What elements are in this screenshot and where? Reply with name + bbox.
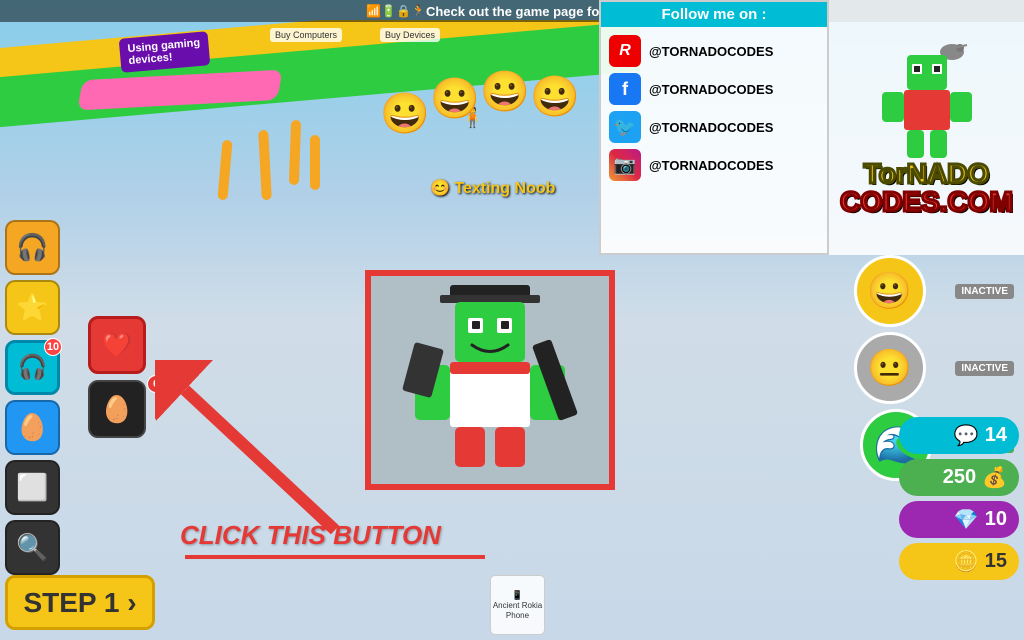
inactive-badge-1: INACTIVE [955,284,1014,299]
step1-button[interactable]: STEP 1 › [5,575,155,630]
messages-stat: 💬 14 [899,417,1019,454]
texting-noob-label: Texting Noob [430,178,555,198]
egg-icon: 🥚 [16,412,48,443]
floating-emoji-2: 😀 [430,75,480,122]
tokens-stat: 🪙 15 [899,543,1019,580]
headphones-button[interactable]: 🎧 [5,220,60,275]
instagram-icon: 📷 [609,149,641,181]
headphones-icon: 🎧 [16,232,48,263]
obstacle-2 [258,130,272,200]
star-button[interactable]: ⭐ [5,280,60,335]
egg-button[interactable]: 🥚 [5,400,60,455]
phone-label: Ancient Rokia Phone [491,601,544,620]
search-button[interactable]: 🔍 [5,520,60,575]
left-sidebar: 🎧 ⭐ 10 🎧 🥚 ⬜ 🔍 [5,220,60,575]
diamonds-count: 10 [985,508,1007,531]
follow-row-roblox: R @TORNADOCODES [609,35,819,67]
buy-sign-2: Buy Devices [380,28,440,42]
search-icon: 🔍 [16,532,48,563]
coins-stat: 250 💰 [899,459,1019,496]
tornado-roblox-figure [882,40,972,160]
buy-sign-1: Buy Computers [270,28,342,42]
battery-icon: 🔒 [396,4,411,18]
badge-10: 10 [44,338,62,356]
twitter-icon: 🐦 [609,111,641,143]
follow-row-facebook: f @TORNADOCODES [609,73,819,105]
tokens-count: 15 [985,550,1007,573]
floating-emoji-1: 😀 [380,90,430,137]
facebook-handle: @TORNADOCODES [649,82,773,97]
floating-emoji-4: 😀 [530,73,580,120]
egg2-icon: 🥚 [101,394,133,425]
avatar-row-2: 😐 INACTIVE [829,332,1024,404]
chat-icon: 💬 [954,423,979,448]
heart-icon: ❤️ [102,331,132,360]
square-button[interactable]: ⬜ [5,460,60,515]
follow-row-twitter: 🐦 @TORNADOCODES [609,111,819,143]
coins-count: 250 [943,466,976,489]
gem-icon: 🪙 [954,549,979,574]
phone-icon: 📱 [512,590,523,601]
wifi-icon: 🔋 [381,4,396,18]
bottom-right-stats: 💬 14 250 💰 💎 10 🪙 15 [899,417,1019,580]
follow-title: Follow me on : [601,2,827,27]
inactive-badge-2: INACTIVE [955,361,1014,376]
character-svg [400,280,580,480]
headphones2-button[interactable]: 10 🎧 [5,340,60,395]
avatar-row-1: 😀 INACTIVE [829,255,1024,327]
character-display [365,270,615,490]
coin-icon: 💰 [982,465,1007,490]
tornado-codes-text: TorNADOCODES.COM [840,160,1013,216]
emoji-avatar: 😀 [854,255,926,327]
heart-button[interactable]: ❤️ [88,316,146,374]
click-underline [185,555,485,559]
gray-avatar: 😐 [854,332,926,404]
ancient-phone-button[interactable]: 📱 Ancient Rokia Phone [490,575,545,635]
badge-6: 6 [147,375,165,393]
headphones2-icon: 🎧 [18,353,48,382]
messages-count: 14 [985,424,1007,447]
roblox-icon: R [609,35,641,67]
obstacle-4 [310,135,320,190]
star-icon: ⭐ [16,292,48,323]
follow-panel: Follow me on : R @TORNADOCODES f @TORNAD… [599,0,829,255]
instagram-handle: @TORNADOCODES [649,158,773,173]
signal-icon: 📶 [366,4,381,18]
tornado-codes-panel: TorNADOCODES.COM [829,0,1024,255]
twitter-handle: @TORNADOCODES [649,120,773,135]
diamonds-stat: 💎 10 [899,501,1019,538]
diamond-icon: 💎 [954,507,979,532]
roblox-handle: @TORNADOCODES [649,44,773,59]
tornado-codes-line2: CODES.COM [840,186,1013,217]
egg2-button[interactable]: 🥚 [88,380,146,438]
square-icon: ⬜ [16,472,48,503]
click-instruction: CLICK THIS BUTTON [180,520,441,551]
follow-row-instagram: 📷 @TORNADOCODES [609,149,819,181]
floating-emoji-3: 😀 [480,68,530,115]
run-icon: 🏃 [411,4,426,18]
step1-label: STEP 1 › [23,587,136,619]
obstacle-1 [217,140,232,201]
facebook-icon: f [609,73,641,105]
obstacle-3 [289,120,301,185]
